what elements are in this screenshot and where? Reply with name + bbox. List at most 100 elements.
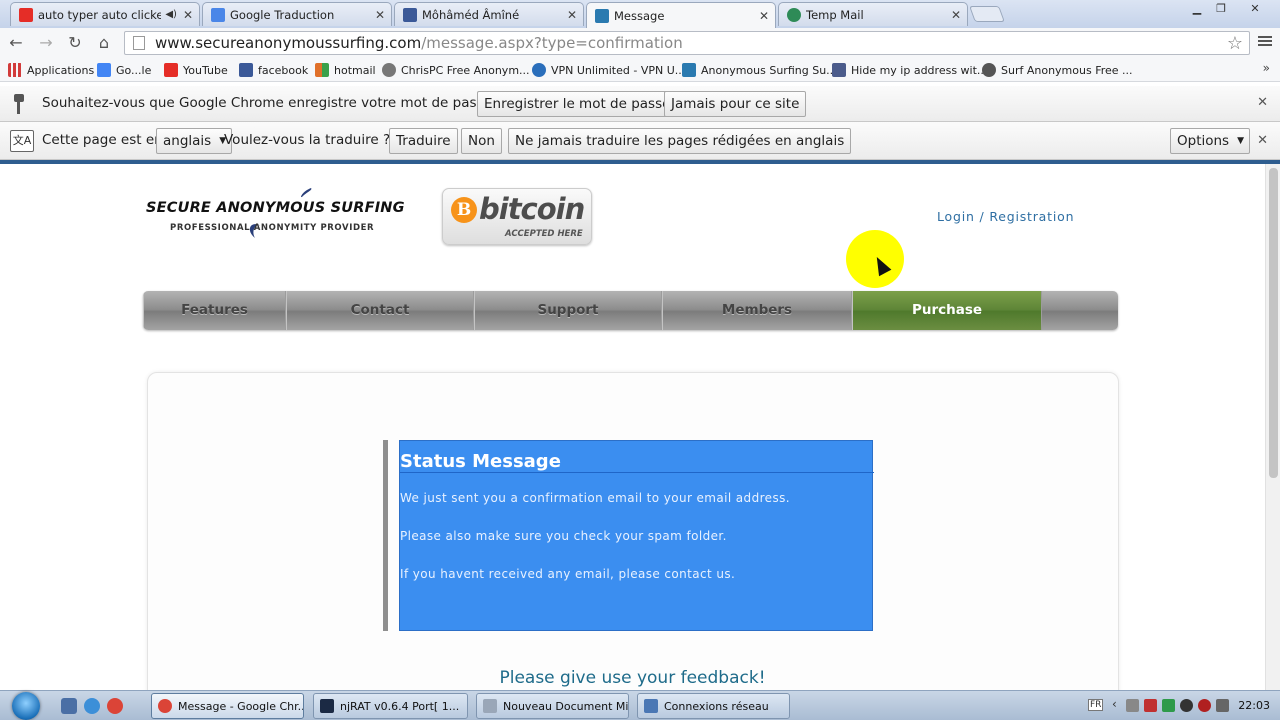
tab-google-traduction[interactable]: Google Traduction ✕ bbox=[202, 2, 392, 26]
volume-icon[interactable] bbox=[1216, 699, 1229, 712]
options-label: Options bbox=[1177, 133, 1230, 149]
bookmark-applications[interactable]: Applications bbox=[8, 62, 94, 78]
restore-icon[interactable]: ❐ bbox=[1210, 2, 1232, 16]
bitcoin-accepted-badge: B bitcoin ACCEPTED HERE bbox=[442, 188, 592, 245]
tray-app-icon[interactable] bbox=[1126, 699, 1139, 712]
nav-contact[interactable]: Contact bbox=[286, 291, 474, 330]
taskbar-label: Message - Google Chr... bbox=[178, 699, 304, 713]
browser-toolbar: ← → ↻ ⌂ www.secureanonymoussurfing.com/m… bbox=[0, 28, 1280, 58]
bookmark-label: Hide my ip address wit... bbox=[851, 63, 988, 77]
show-desktop-icon[interactable] bbox=[61, 698, 77, 714]
close-icon[interactable]: ✕ bbox=[567, 8, 577, 22]
tab-temp-mail[interactable]: Temp Mail ✕ bbox=[778, 2, 968, 26]
url-host: www.secureanonymoussurfing.com bbox=[155, 34, 422, 52]
translate-button[interactable]: Traduire bbox=[389, 128, 458, 154]
translate-icon bbox=[211, 7, 225, 22]
site-logo[interactable]: SECURE ANONYMOUS SURFING PROFESSIONAL AN… bbox=[146, 188, 411, 250]
close-icon[interactable]: ✕ bbox=[183, 8, 193, 22]
tab-facebook[interactable]: Môhâméd Âmîné ✕ bbox=[394, 2, 584, 26]
tab-title: auto typer auto clicker 2( bbox=[38, 7, 161, 22]
page-icon bbox=[682, 63, 696, 77]
scrollbar-thumb[interactable] bbox=[1269, 168, 1278, 478]
language-select[interactable]: anglais ▼ bbox=[156, 128, 233, 154]
bookmark-label: facebook bbox=[258, 63, 309, 77]
close-icon[interactable]: ✕ bbox=[1257, 133, 1268, 148]
bookmark-hotmail[interactable]: hotmail bbox=[315, 62, 376, 78]
status-left-bar bbox=[383, 440, 388, 631]
reload-icon[interactable]: ↻ bbox=[65, 33, 85, 53]
chevron-more-icon[interactable]: » bbox=[1263, 61, 1270, 75]
link-separator: / bbox=[979, 209, 985, 224]
close-icon[interactable]: ✕ bbox=[375, 8, 385, 22]
bookmark-youtube[interactable]: YouTube bbox=[164, 62, 228, 78]
registration-link[interactable]: Registration bbox=[989, 209, 1074, 224]
chrome-icon[interactable] bbox=[107, 698, 123, 714]
bookmark-anonymous-surfing[interactable]: Anonymous Surfing Su... bbox=[682, 62, 837, 78]
bookmark-vpn-unlimited[interactable]: VPN Unlimited - VPN U... bbox=[532, 62, 685, 78]
new-tab-button[interactable] bbox=[969, 6, 1005, 22]
options-button[interactable]: Options ▼ bbox=[1170, 128, 1251, 154]
nav-features[interactable]: Features bbox=[143, 291, 286, 330]
youtube-icon bbox=[19, 7, 33, 22]
address-bar[interactable]: www.secureanonymoussurfing.com/message.a… bbox=[124, 31, 1250, 55]
bookmark-google[interactable]: Go...le bbox=[97, 62, 151, 78]
tray-network-icon[interactable] bbox=[1162, 699, 1175, 712]
never-for-site-button[interactable]: Jamais pour ce site bbox=[664, 91, 807, 117]
close-icon[interactable]: ✕ bbox=[1257, 95, 1268, 110]
bookmark-surf-anonymous[interactable]: Surf Anonymous Free ... bbox=[982, 62, 1133, 78]
bookmark-star-icon[interactable]: ☆ bbox=[1227, 33, 1243, 54]
tab-youtube[interactable]: auto typer auto clicker 2( ◀) ✕ bbox=[10, 2, 200, 26]
bitcoin-icon: B bbox=[451, 197, 477, 223]
main-navigation: Features Contact Support Members Purchas… bbox=[143, 291, 1118, 330]
status-line: If you havent received any email, please… bbox=[400, 567, 736, 581]
login-link[interactable]: Login bbox=[937, 209, 975, 224]
logo-tagline: PROFESSIONAL ANONYMITY PROVIDER bbox=[170, 223, 375, 233]
nav-purchase[interactable]: Purchase bbox=[852, 291, 1042, 330]
taskbar-item-chrome[interactable]: Message - Google Chr... bbox=[151, 693, 304, 719]
save-password-button[interactable]: Enregistrer le mot de passe bbox=[477, 91, 678, 117]
bookmark-label: ChrisPC Free Anonym... bbox=[401, 63, 530, 77]
tray-security-icon[interactable] bbox=[1144, 699, 1157, 712]
bookmark-chrispc[interactable]: ChrisPC Free Anonym... bbox=[382, 62, 530, 78]
tray-alert-icon[interactable] bbox=[1198, 699, 1211, 712]
page-scrollbar[interactable] bbox=[1265, 164, 1280, 690]
page-icon bbox=[595, 8, 609, 23]
close-icon[interactable]: ✕ bbox=[951, 8, 961, 22]
chevron-left-icon[interactable]: ‹ bbox=[1112, 697, 1117, 711]
password-prompt-text: Souhaitez-vous que Google Chrome enregis… bbox=[42, 95, 504, 111]
taskbar-item-network[interactable]: Connexions réseau bbox=[637, 693, 790, 719]
bookmark-label: Applications bbox=[27, 63, 95, 77]
bookmark-label: hotmail bbox=[334, 63, 376, 77]
start-button[interactable] bbox=[12, 692, 40, 720]
search-icon bbox=[382, 63, 396, 77]
minimize-icon[interactable]: ▁ bbox=[1186, 2, 1208, 16]
password-infobar: Souhaitez-vous que Google Chrome enregis… bbox=[0, 86, 1280, 122]
nav-members[interactable]: Members bbox=[662, 291, 852, 330]
taskbar-item-document[interactable]: Nouveau Document Mi... bbox=[476, 693, 629, 719]
close-window-icon[interactable]: ✕ bbox=[1244, 2, 1266, 16]
home-icon[interactable]: ⌂ bbox=[94, 33, 114, 53]
nav-support[interactable]: Support bbox=[474, 291, 662, 330]
speaker-icon[interactable]: ◀) bbox=[165, 9, 177, 20]
close-icon[interactable]: ✕ bbox=[759, 9, 769, 23]
language-indicator[interactable]: FR bbox=[1088, 699, 1104, 711]
tab-strip: auto typer auto clicker 2( ◀) ✕ Google T… bbox=[0, 0, 1280, 28]
no-button[interactable]: Non bbox=[461, 128, 502, 154]
internet-explorer-icon[interactable] bbox=[84, 698, 100, 714]
web-page: SECURE ANONYMOUS SURFING PROFESSIONAL AN… bbox=[0, 164, 1265, 690]
google-icon bbox=[97, 63, 111, 77]
bookmark-facebook[interactable]: facebook bbox=[239, 62, 308, 78]
system-tray: FR ‹ 22:03 bbox=[1080, 691, 1280, 720]
tab-message[interactable]: Message ✕ bbox=[586, 2, 776, 28]
taskbar-item-njrat[interactable]: njRAT v0.6.4 Port[ 1... bbox=[313, 693, 468, 719]
clock[interactable]: 22:03 bbox=[1238, 699, 1270, 712]
back-icon[interactable]: ← bbox=[6, 33, 26, 53]
windows-taskbar: Message - Google Chr... njRAT v0.6.4 Por… bbox=[0, 690, 1280, 720]
vpn-icon bbox=[532, 63, 546, 77]
tray-football-icon[interactable] bbox=[1180, 699, 1193, 712]
tab-title: Temp Mail bbox=[806, 7, 864, 22]
forward-icon[interactable]: → bbox=[36, 33, 56, 53]
bookmark-hide-my-ip[interactable]: Hide my ip address wit... bbox=[832, 62, 987, 78]
never-translate-button[interactable]: Ne jamais traduire les pages rédigées en… bbox=[508, 128, 852, 154]
chrome-menu-icon[interactable] bbox=[1258, 34, 1272, 48]
